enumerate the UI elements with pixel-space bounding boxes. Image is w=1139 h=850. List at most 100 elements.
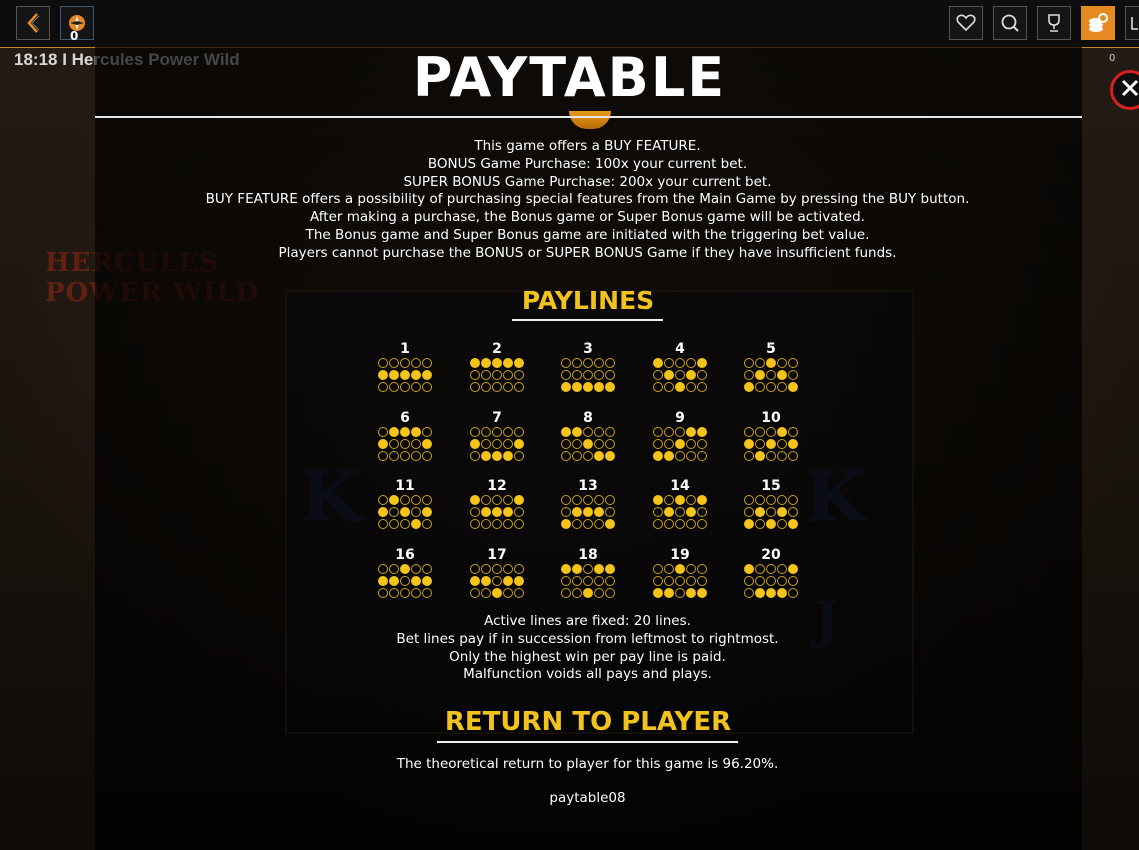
payline-position: [503, 370, 513, 380]
payline-13: 13: [558, 477, 618, 531]
payline-position: [572, 451, 582, 461]
payline-position: [572, 358, 582, 368]
payline-position: [583, 576, 593, 586]
payline-row: [741, 382, 801, 394]
payline-position: [766, 564, 776, 574]
payline-position: [686, 588, 696, 598]
payline-position: [561, 495, 571, 505]
payline-position: [744, 588, 754, 598]
payline-position: [788, 564, 798, 574]
buy-feature-line: This game offers a BUY FEATURE.: [474, 138, 701, 154]
rules-line: Only the highest win per pay line is pai…: [449, 648, 726, 665]
payline-position: [503, 382, 513, 392]
payline-position: [755, 519, 765, 529]
rtp-heading: RETURN TO PLAYER: [444, 707, 732, 737]
payline-position: [492, 588, 502, 598]
payline-position: [378, 439, 388, 449]
coins-button[interactable]: [1081, 6, 1115, 40]
payline-position: [470, 495, 480, 505]
payline-position: [422, 507, 432, 517]
payline-position: [411, 519, 421, 529]
payline-position: [686, 507, 696, 517]
payline-row: [375, 382, 435, 394]
payline-row: [650, 439, 710, 451]
payline-position: [378, 451, 388, 461]
payline-position: [697, 382, 707, 392]
payline-position: [766, 427, 776, 437]
payline-position: [422, 370, 432, 380]
payline-row: [375, 358, 435, 370]
payline-position: [470, 576, 480, 586]
payline-row: [741, 427, 801, 439]
payline-position: [788, 439, 798, 449]
payline-row: [375, 588, 435, 600]
payline-11: 11: [375, 477, 435, 531]
payline-position: [777, 427, 787, 437]
payline-position: [422, 564, 432, 574]
search-button[interactable]: [993, 6, 1027, 40]
payline-row: [558, 427, 618, 439]
payline-9: 9: [650, 409, 710, 463]
payline-position: [422, 495, 432, 505]
more-button[interactable]: [1125, 6, 1139, 40]
payline-position: [788, 427, 798, 437]
payline-position: [481, 576, 491, 586]
payline-row: [558, 564, 618, 576]
favorites-button[interactable]: [949, 6, 983, 40]
payline-2: 2: [467, 340, 527, 394]
payline-position: [653, 358, 663, 368]
payline-position: [664, 576, 674, 586]
payline-position: [422, 451, 432, 461]
payline-position: [653, 576, 663, 586]
payline-position: [503, 439, 513, 449]
payline-position: [766, 495, 776, 505]
payline-position: [422, 382, 432, 392]
payline-position: [788, 519, 798, 529]
payline-position: [755, 564, 765, 574]
payline-position: [411, 564, 421, 574]
chevron-left-icon: [26, 12, 40, 34]
payline-position: [378, 588, 388, 598]
payline-position: [481, 588, 491, 598]
payline-position: [411, 439, 421, 449]
payline-position: [653, 382, 663, 392]
payline-row: [650, 370, 710, 382]
payline-row: [467, 507, 527, 519]
payline-position: [594, 427, 604, 437]
payline-position: [400, 370, 410, 380]
payline-position: [389, 451, 399, 461]
payline-number: 1: [400, 341, 410, 357]
back-button[interactable]: [16, 6, 50, 40]
paytable-title: PAYTABLE: [412, 46, 727, 109]
payline-position: [389, 507, 399, 517]
buy-feature-line: Players cannot purchase the BONUS or SUP…: [278, 244, 897, 261]
payline-row: [467, 576, 527, 588]
payline-position: [766, 451, 776, 461]
payline-position: [594, 451, 604, 461]
trophy-button[interactable]: [1037, 6, 1071, 40]
payline-position: [653, 370, 663, 380]
payline-row: [650, 427, 710, 439]
buy-feature-line: BUY FEATURE offers a possibility of purc…: [205, 191, 970, 208]
payline-position: [766, 588, 776, 598]
payline-position: [583, 507, 593, 517]
payline-position: [766, 507, 776, 517]
payline-position: [492, 495, 502, 505]
payline-position: [481, 439, 491, 449]
payline-position: [470, 370, 480, 380]
payline-position: [653, 427, 663, 437]
payline-number: 18: [578, 547, 598, 563]
payline-position: [788, 588, 798, 598]
paylines-underline: [512, 319, 663, 321]
payline-position: [777, 588, 787, 598]
payline-position: [675, 507, 685, 517]
payline-position: [755, 370, 765, 380]
payline-row: [558, 576, 618, 588]
payline-position: [481, 451, 491, 461]
payline-position: [605, 451, 615, 461]
payline-row: [375, 370, 435, 382]
payline-position: [470, 439, 480, 449]
payline-position: [697, 439, 707, 449]
payline-position: [561, 382, 571, 392]
payline-row: [467, 451, 527, 463]
